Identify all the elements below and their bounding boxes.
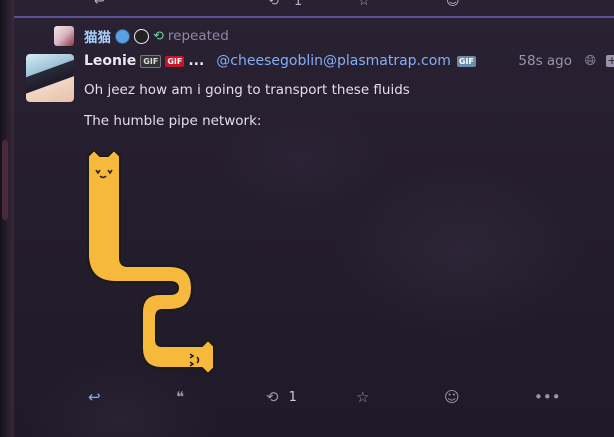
status-header: Leonie GIF GIF ... @cheesegoblin@plasmat… xyxy=(84,50,614,72)
reply-icon[interactable]: ↩ xyxy=(88,388,101,406)
name-ellipsis: ... xyxy=(188,53,205,69)
smile-icon[interactable]: ☺ xyxy=(446,0,460,9)
smile-icon[interactable]: ☺ xyxy=(444,388,460,406)
status-actions: ↩ ❝ ⟲ 1 ☆ ☺ ••• xyxy=(14,388,614,412)
star-icon[interactable]: ☆ xyxy=(358,0,370,9)
repeated-label: repeated xyxy=(167,28,229,44)
globe-icon[interactable]: 🌐︎ xyxy=(585,53,596,69)
custom-emoji-icon xyxy=(115,28,130,44)
author-name[interactable]: Leonie xyxy=(84,53,136,69)
gif-emoji-badge: GIF xyxy=(140,54,162,68)
author-avatar[interactable] xyxy=(26,54,74,102)
boost-button[interactable]: ⟲ 1 xyxy=(266,388,297,406)
quote-icon[interactable]: ❝ xyxy=(178,0,185,9)
status-text-line: Oh jeez how am i going to transport thes… xyxy=(84,82,410,98)
more-icon[interactable]: ••• xyxy=(534,388,561,406)
boost-icon: ⟲ xyxy=(266,388,279,406)
repeater-avatar[interactable] xyxy=(54,26,74,46)
status-text-line: The humble pipe network: xyxy=(84,113,262,129)
repeater-name[interactable]: 猫猫 xyxy=(84,26,111,46)
left-edge-wallpaper xyxy=(0,0,14,437)
previous-status-footer: ↩ ❝ ⟲ 1 ☆ ☺ xyxy=(14,0,614,18)
reblog-line: 猫猫 ⟲ repeated xyxy=(54,26,229,46)
timestamp[interactable]: 58s ago xyxy=(518,53,572,69)
expand-icon[interactable]: + xyxy=(606,55,614,67)
boost-count: 1 xyxy=(288,389,297,405)
star-icon[interactable]: ☆ xyxy=(356,388,369,406)
boost-count: 1 xyxy=(294,0,303,9)
gif-emoji-badge: GIF xyxy=(165,55,185,67)
instance-badge: GIF xyxy=(456,55,476,67)
long-cat-pipe-image[interactable] xyxy=(86,150,216,374)
status-card: 猫猫 ⟲ repeated Leonie GIF GIF ... @cheese… xyxy=(14,18,614,437)
status-content: Oh jeez how am i going to transport thes… xyxy=(84,82,604,144)
repeat-icon: ⟲ xyxy=(153,28,164,44)
boost-icon[interactable]: ⟲ xyxy=(268,0,279,9)
custom-emoji-icon xyxy=(134,28,149,44)
author-handle[interactable]: @cheesegoblin@plasmatrap.com xyxy=(216,53,451,69)
quote-icon[interactable]: ❝ xyxy=(176,388,184,406)
reply-icon[interactable]: ↩ xyxy=(94,0,105,9)
